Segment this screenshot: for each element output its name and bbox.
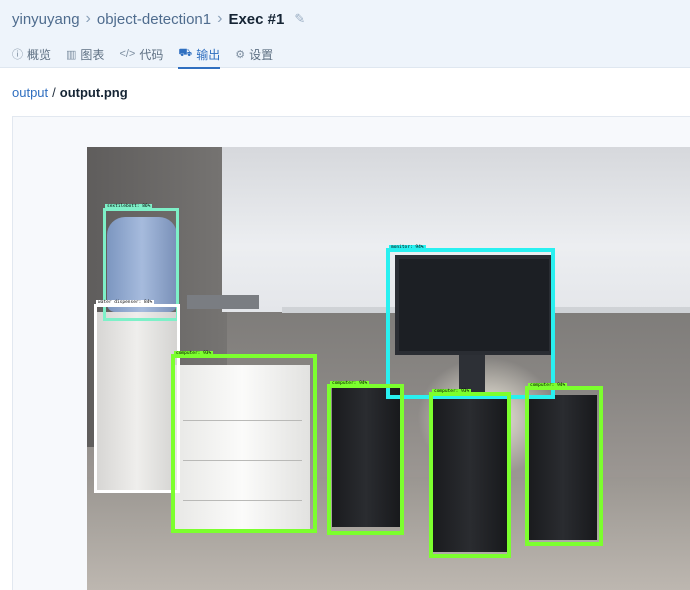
detection-label: computer: 93% (432, 389, 472, 394)
tab-output[interactable]: ⛟ 输出 (178, 40, 221, 69)
tab-label: 设置 (249, 47, 274, 62)
detection-label: monitor: 94% (389, 245, 426, 250)
chevron-right-icon: › (85, 10, 91, 27)
tab-overview[interactable]: ⓘ 概览 (12, 40, 51, 68)
breadcrumb: yinyuyang › object-detection1 › Exec #1 … (12, 8, 305, 30)
tab-label: 代码 (139, 47, 164, 62)
tab-label: 概览 (27, 47, 52, 62)
detection-box-computer: computer: 93% (171, 351, 317, 533)
detection-label: sextilebott: 86% (105, 204, 153, 209)
detection-box-dispenser: water dispenser: 84% (94, 300, 180, 493)
breadcrumb-user-link[interactable]: yinyuyang (12, 11, 80, 28)
page-title: Exec #1 (228, 10, 285, 28)
code-icon: </> (119, 48, 136, 60)
detection-label: water dispenser: 84% (96, 300, 155, 305)
router (187, 295, 259, 309)
file-name: output.png (59, 85, 128, 100)
detection-label: computer: 93% (174, 351, 214, 356)
output-image: sextilebott: 86% water dispenser: 84% co… (87, 147, 690, 590)
bar-chart-icon: ▥ (66, 48, 77, 61)
tab-label: 图表 (80, 47, 105, 62)
detection-box-computer: computer: 93% (429, 389, 511, 558)
detection-label: computer: 94% (330, 381, 370, 386)
chevron-right-icon: › (217, 10, 223, 27)
tab-charts[interactable]: ▥ 图表 (66, 40, 104, 68)
gear-icon: ⚙ (235, 48, 246, 61)
file-path: output / output.png (12, 85, 128, 100)
pencil-icon[interactable]: ✎ (294, 11, 305, 27)
detection-box-monitor: monitor: 94% (386, 245, 555, 399)
tab-settings[interactable]: ⚙ 设置 (235, 40, 273, 68)
header: yinyuyang › object-detection1 › Exec #1 … (0, 0, 690, 69)
detection-box-computer: computer: 94% (327, 381, 404, 535)
tab-code[interactable]: </> 代码 (119, 40, 163, 68)
detection-label: computer: 94% (528, 383, 568, 388)
output-folder-link[interactable]: output (12, 85, 48, 100)
path-separator: / (52, 85, 56, 100)
tab-label: 输出 (196, 47, 221, 62)
tab-bar: ⓘ 概览 ▥ 图表 </> 代码 ⛟ 输出 ⚙ 设置 (12, 40, 273, 69)
breadcrumb-project-link[interactable]: object-detection1 (97, 11, 211, 28)
detection-box-computer: computer: 94% (525, 383, 603, 546)
info-circle-icon: ⓘ (12, 49, 23, 61)
truck-icon: ⛟ (178, 47, 193, 59)
